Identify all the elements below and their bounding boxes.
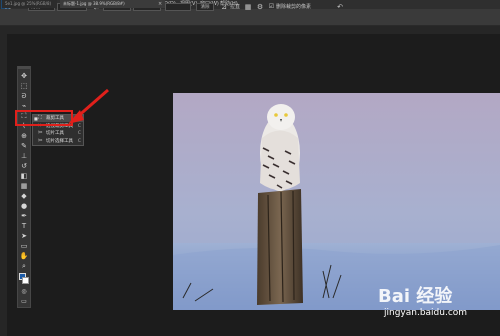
reset-icon[interactable]: ↶ [336,3,344,11]
brush-tool-icon[interactable]: ✎ [18,141,30,151]
straighten-icon[interactable]: ⊿ [220,3,228,11]
stamp-tool-icon[interactable]: ⊥ [18,151,30,161]
shortcut-key: C [77,131,81,136]
unit-select[interactable] [165,3,191,11]
dodge-tool-icon[interactable]: ● [18,201,30,211]
flyout-item[interactable]: ✂ 切片工具 C [33,130,83,137]
watermark-url: jingyan.baidu.com [384,308,468,318]
shortcut-key: C [77,138,81,144]
marquee-tool-icon[interactable]: ⬚ [18,81,30,91]
tools-panel-grip[interactable] [18,66,30,69]
vertical-ruler [0,34,7,336]
flyout-item[interactable]: ✂ 切片选择工具 C [33,138,83,145]
straighten-label[interactable]: 拉直 [230,3,240,11]
slice-select-icon: ✂ [38,137,43,144]
canvas-photo[interactable] [173,93,500,310]
gear-icon[interactable]: ⚙ [256,3,264,11]
path-select-tool-icon[interactable]: ➤ [18,231,30,241]
blur-tool-icon[interactable]: ◆ [18,191,30,201]
slice-icon: ✂ [38,130,43,136]
background-color-swatch[interactable] [22,277,29,284]
screen-mode-icon[interactable]: ▭ [18,297,30,307]
document-tab-bar [0,26,500,34]
close-icon[interactable]: × [158,0,162,8]
watermark-logo: Bai 经验 [378,286,453,307]
flyout-item-label: 切片选择工具 [46,138,73,144]
clear-button[interactable]: 清除 [196,3,214,11]
tab-document-1[interactable]: 5e1.jpg @ 25%(RGB/8) [2,0,57,8]
eraser-tool-icon[interactable]: ◧ [18,171,30,181]
shape-tool-icon[interactable]: ▭ [18,241,30,251]
overlay-grid-icon[interactable]: ▦ [244,3,252,11]
annotation-arrow-icon [68,88,109,124]
hand-tool-icon[interactable]: ✋ [18,251,30,261]
flyout-item-label: 切片工具 [46,131,64,136]
options-bar [0,9,500,26]
lasso-tool-icon[interactable]: ᘐ [18,91,30,101]
delete-cropped-checkbox[interactable]: ☑ [268,3,275,11]
move-tool-icon[interactable]: ✥ [18,71,30,81]
quick-mask-icon[interactable]: ◎ [18,287,30,297]
owl-photo-image [173,93,500,310]
history-brush-tool-icon[interactable]: ↺ [18,161,30,171]
healing-tool-icon[interactable]: ⊕ [18,131,30,141]
tab-document-2[interactable]: 未标题-1.jpg @ 38.9%(RGB/8#) [60,0,165,8]
pen-tool-icon[interactable]: ✒ [18,211,30,221]
delete-cropped-label: 删除裁剪的像素 [276,4,312,10]
gradient-tool-icon[interactable]: ▦ [18,181,30,191]
type-tool-icon[interactable]: T [18,221,30,231]
zoom-tool-icon[interactable]: ⌕ [18,261,30,271]
